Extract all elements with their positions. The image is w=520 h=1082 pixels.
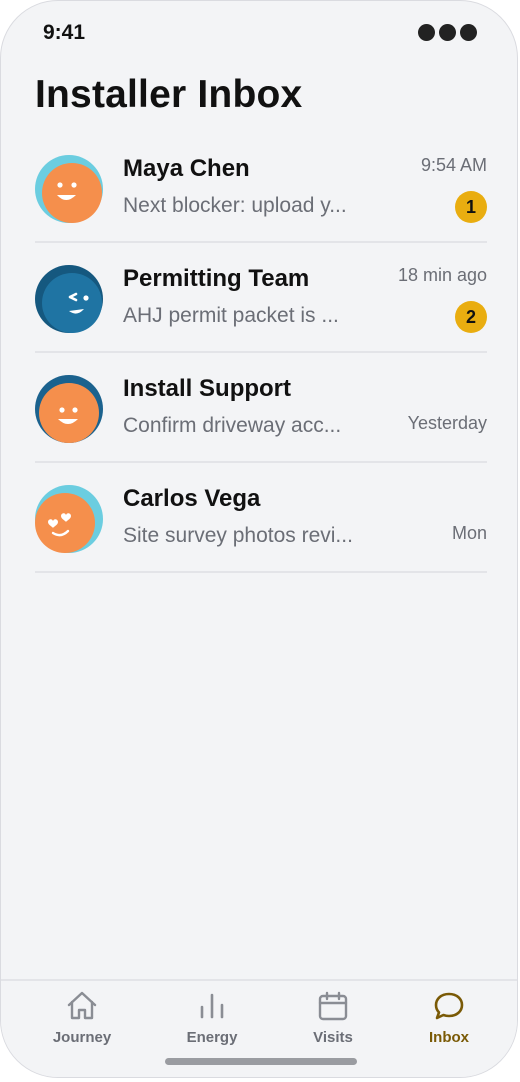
thread-preview: Next blocker: upload y... [123,194,347,217]
thread-preview: AHJ permit packet is ... [123,304,339,327]
thread-time: Mon [451,523,487,543]
thread-name: Permitting Team [123,265,310,292]
status-indicators [418,24,477,41]
home-indicator[interactable] [165,1058,357,1065]
thread-row-permitting-team[interactable]: Permitting Team AHJ permit packet is ...… [35,243,487,353]
thread-time: Yesterday [407,413,487,433]
tab-label: Visits [313,1029,353,1046]
thread-preview: Confirm driveway acc... [123,414,342,437]
thread-preview: Site survey photos revi... [123,524,353,547]
thread-row-maya-chen[interactable]: Maya Chen Next blocker: upload y... 9:54… [35,133,487,243]
thread-name: Maya Chen [123,155,250,182]
thread-row-carlos-vega[interactable]: Carlos Vega Site survey photos revi... M… [35,463,487,573]
thread-list: Maya Chen Next blocker: upload y... 9:54… [35,133,487,573]
status-time: 9:41 [43,21,86,44]
bar-chart-icon [200,993,224,1019]
thread-time: 18 min ago [397,265,487,285]
page-title: Installer Inbox [35,73,303,116]
smiling-face-avatar [35,155,103,223]
phone-frame: 9:41 Installer Inbox Maya Chen Next bloc… [0,0,518,1078]
tab-visits[interactable]: Visits [278,989,388,1046]
status-dot [418,24,435,41]
winking-face-avatar [35,265,103,333]
chat-bubble-icon [434,992,464,1020]
tab-label: Inbox [429,1029,469,1046]
status-dot [439,24,456,41]
tab-energy[interactable]: Energy [157,989,267,1046]
home-icon [67,991,97,1020]
tab-label: Journey [52,1029,112,1046]
thread-time: 9:54 AM [420,155,487,175]
tab-journey[interactable]: Journey [27,989,137,1046]
tab-label: Energy [186,1029,238,1046]
tab-inbox[interactable]: Inbox [394,989,504,1046]
status-dot [460,24,477,41]
unread-badge: 2 [455,301,487,333]
heart-eyes-face-avatar [35,485,103,553]
unread-badge: 1 [455,191,487,223]
thread-name: Carlos Vega [123,485,261,512]
calendar-icon [318,991,348,1021]
thread-row-install-support[interactable]: Install Support Confirm driveway acc... … [35,353,487,463]
thread-name: Install Support [123,375,291,402]
smiling-face-avatar [35,375,103,443]
